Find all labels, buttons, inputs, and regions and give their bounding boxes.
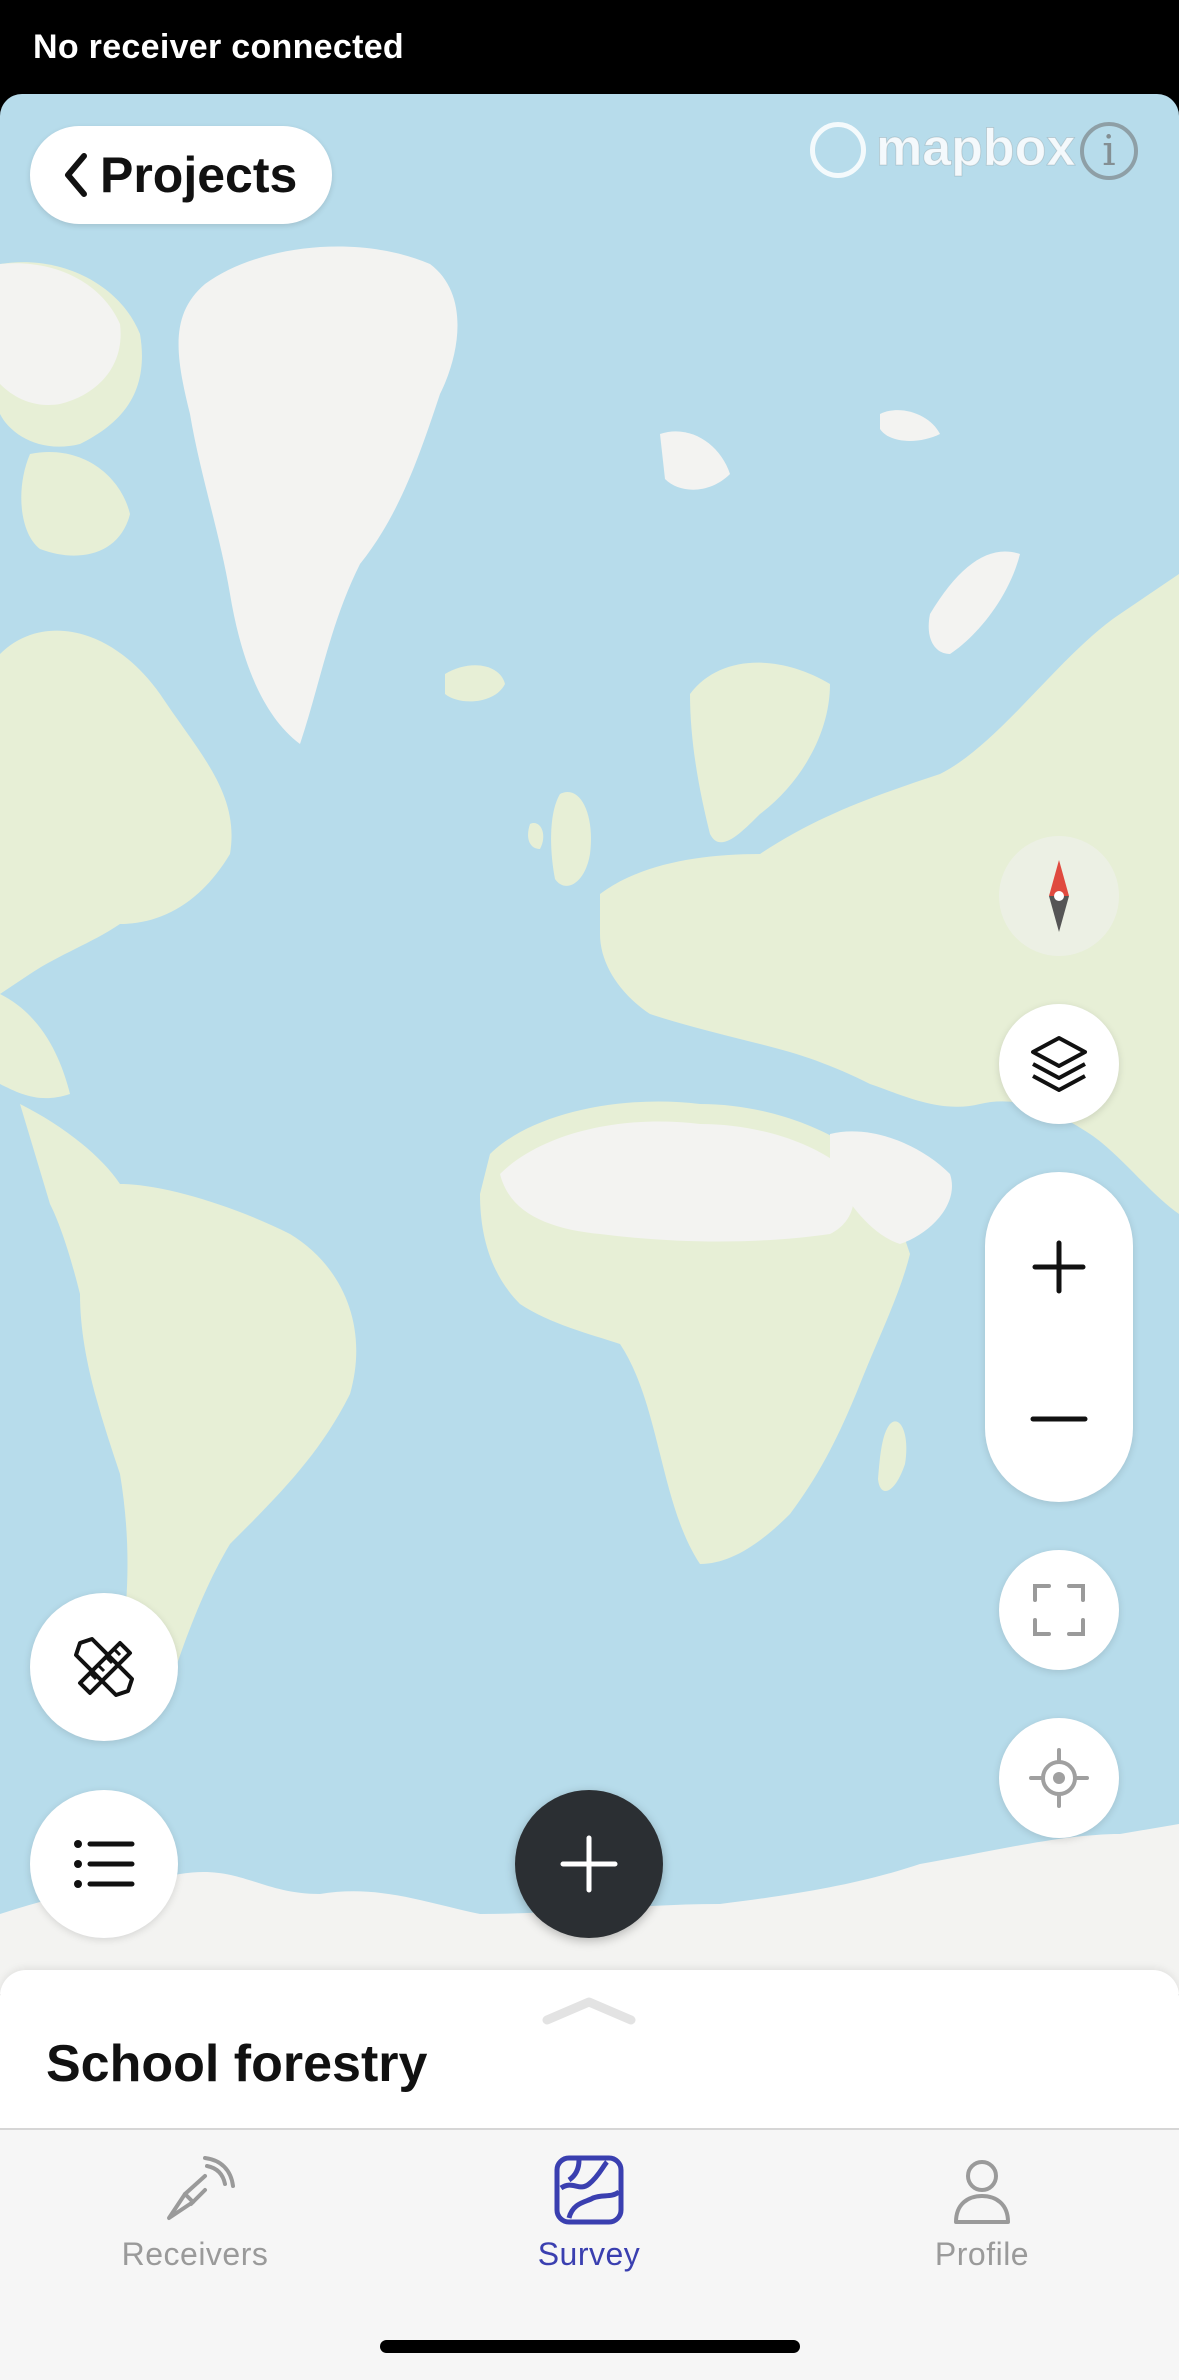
zoom-in-icon bbox=[1032, 1240, 1086, 1294]
add-icon bbox=[560, 1835, 618, 1893]
mapbox-logo-icon bbox=[810, 122, 866, 178]
list-icon bbox=[74, 1840, 135, 1888]
back-button-label: Projects bbox=[100, 147, 298, 203]
receiver-icon bbox=[167, 2156, 235, 2220]
tab-survey-label: Survey bbox=[537, 2236, 641, 2272]
tab-receivers[interactable]: Receivers bbox=[45, 2130, 345, 2330]
zoom-control bbox=[985, 1172, 1133, 1502]
receiver-status-text: No receiver connected bbox=[33, 28, 405, 66]
info-icon[interactable]: i bbox=[1080, 122, 1138, 180]
zoom-out-button[interactable] bbox=[985, 1344, 1133, 1494]
profile-icon bbox=[954, 2160, 1010, 2224]
add-point-button[interactable] bbox=[515, 1790, 663, 1938]
survey-map-icon bbox=[554, 2155, 624, 2225]
zoom-out-icon bbox=[1030, 1416, 1088, 1422]
list-button[interactable] bbox=[30, 1790, 178, 1938]
zoom-in-button[interactable] bbox=[985, 1192, 1133, 1342]
bottom-sheet[interactable]: School forestry bbox=[0, 1970, 1179, 2130]
locate-me-button[interactable] bbox=[999, 1718, 1119, 1838]
project-title: School forestry bbox=[46, 2035, 428, 2093]
ruler-pencil-icon bbox=[74, 1637, 134, 1697]
chevron-left-icon bbox=[65, 153, 87, 197]
layers-icon bbox=[1031, 1036, 1087, 1092]
chevron-up-icon[interactable] bbox=[541, 1996, 637, 2026]
locate-icon bbox=[1029, 1748, 1089, 1808]
tab-profile-label: Profile bbox=[934, 2236, 1030, 2272]
home-indicator[interactable] bbox=[380, 2340, 800, 2353]
measure-tools-button[interactable] bbox=[30, 1593, 178, 1741]
back-to-projects-button[interactable]: Projects bbox=[30, 126, 332, 224]
fullscreen-icon bbox=[1033, 1584, 1085, 1636]
tab-profile[interactable]: Profile bbox=[832, 2130, 1132, 2330]
mapbox-wordmark: mapbox bbox=[875, 119, 1076, 178]
compass-icon[interactable] bbox=[999, 836, 1119, 956]
layers-button[interactable] bbox=[999, 1004, 1119, 1124]
status-bar: No receiver connected bbox=[0, 0, 1179, 96]
mapbox-attribution-logo: mapbox bbox=[808, 118, 1076, 184]
tab-survey[interactable]: Survey bbox=[439, 2130, 739, 2330]
tab-receivers-label: Receivers bbox=[121, 2236, 269, 2272]
fullscreen-button[interactable] bbox=[999, 1550, 1119, 1670]
